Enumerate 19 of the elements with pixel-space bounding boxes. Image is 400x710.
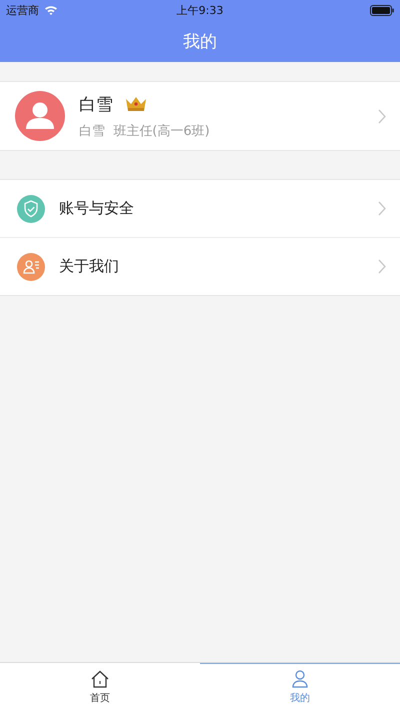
menu-label: 关于我们 [59, 257, 120, 276]
carrier-name: 运营商 [6, 2, 39, 18]
person-icon [290, 670, 310, 688]
chevron-icon [378, 108, 386, 124]
chevron-icon [378, 201, 386, 216]
chevron-icon [378, 259, 386, 274]
page-title: 我的 [183, 30, 217, 52]
menu-item[interactable]: 账号与安全 [0, 180, 400, 237]
status-time: 上午9:33 [176, 2, 224, 18]
user-name: 白雪 [79, 94, 113, 116]
home-icon [90, 670, 110, 688]
menu-label: 账号与安全 [59, 199, 135, 218]
user-role: 白雪 班主任(高一6班) [79, 122, 211, 140]
battery-icon [370, 4, 394, 16]
profile-row[interactable]: 白雪 白雪 班主任(高一6班) [0, 81, 400, 151]
avatar-icon [15, 91, 65, 141]
menu-item[interactable]: 关于我们 [0, 237, 400, 295]
tab-item[interactable]: 首页 [0, 663, 200, 710]
wifi-icon [44, 5, 58, 15]
